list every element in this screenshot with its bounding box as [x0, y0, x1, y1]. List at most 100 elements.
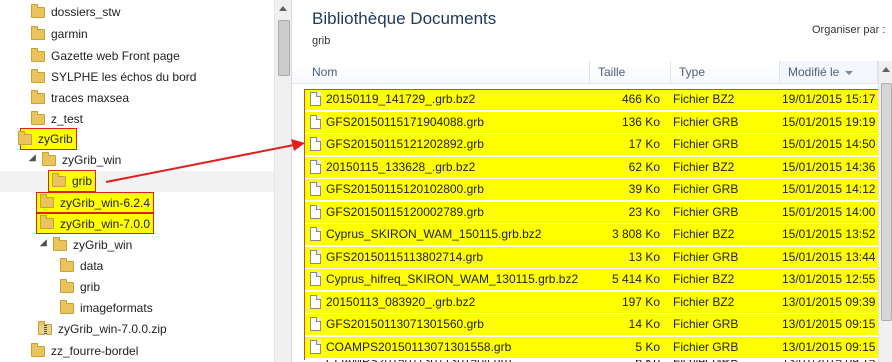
file-row[interactable]: Cyprus_hifreq_SKIRON_WAM_130115.grb.bz2 5… — [304, 269, 879, 290]
file-row[interactable]: 20150113_083920_.grb.bz2 197 Ko Fichier BZ… — [304, 292, 879, 313]
file-row[interactable]: GFS20150115113802714.grb 13 Ko Fichier GRB… — [304, 247, 879, 268]
nav-item-zygrib-win-624[interactable]: zyGrib_win-6.2.4 — [35, 192, 155, 213]
file-name: 20150115_133628_.grb.bz2 — [326, 160, 476, 174]
file-type: Fichier GRB — [673, 340, 739, 354]
file-row[interactable]: GFS20150115171904088.grb 136 Ko Fichier GR… — [304, 112, 879, 133]
column-header-modified[interactable]: Modifié le — [780, 61, 878, 83]
column-header-type[interactable]: Type — [671, 61, 780, 83]
arrange-by-dropdown[interactable]: Organiser par : — [812, 24, 885, 36]
file-icon — [310, 317, 321, 331]
file-size: 3 808 Ko — [611, 227, 660, 241]
file-icon — [310, 115, 321, 129]
nav-item-zygrib[interactable]: zyGrib — [18, 128, 77, 150]
expand-arrow-icon[interactable] — [16, 6, 26, 18]
file-modified: 13/01/2015 09:15 — [782, 340, 876, 354]
nav-item-zip[interactable]: zyGrib_win-7.0.0.zip — [38, 319, 167, 339]
navigation-pane: dossiers_stw garmin Gazette web Front pa… — [0, 0, 292, 362]
file-size: 17 Ko — [628, 137, 660, 151]
file-name: GFS20150115120102800.grb — [326, 182, 484, 196]
file-size: 23 Ko — [628, 205, 660, 219]
nav-item-z-test[interactable]: z_test — [16, 109, 83, 129]
scroll-up-arrow-icon[interactable] — [882, 67, 890, 72]
nav-item-garmin[interactable]: garmin — [16, 24, 88, 44]
collapse-arrow-icon[interactable] — [27, 154, 37, 166]
folder-icon — [31, 3, 45, 18]
nav-item-dossiers-stw[interactable]: dossiers_stw — [16, 2, 120, 22]
file-row[interactable]: GFS20150115121202892.grb 17 Ko Fichier GRB… — [304, 134, 879, 155]
folder-icon — [31, 89, 45, 104]
collapse-arrow-icon[interactable] — [38, 239, 48, 251]
file-size: 5 Ko — [635, 340, 660, 354]
file-size: 136 Ko — [621, 115, 660, 129]
expand-arrow-icon[interactable] — [16, 28, 26, 40]
nav-item-sylphe[interactable]: SYLPHE les échos du bord — [16, 67, 196, 87]
file-row[interactable]: 20150119_141729_.grb.bz2 466 Ko Fichier BZ… — [304, 89, 879, 110]
expand-arrow-icon[interactable] — [16, 92, 26, 104]
file-name: 20150113_083920_.grb.bz2 — [326, 295, 476, 309]
file-type: Fichier GRB — [673, 115, 739, 129]
folder-icon — [31, 68, 45, 83]
folder-icon — [31, 25, 45, 40]
expand-arrow-icon[interactable] — [16, 71, 26, 83]
file-icon — [310, 182, 321, 196]
expand-arrow-icon[interactable] — [16, 50, 26, 62]
file-modified: 15/01/2015 14:12 — [782, 182, 876, 196]
file-name: Cyprus_hifreq_SKIRON_WAM_130115.grb.bz2 — [326, 272, 579, 286]
folder-open-icon — [40, 215, 54, 229]
nav-item-zygrib-win[interactable]: zyGrib_win — [27, 150, 121, 170]
file-size: 14 Ko — [628, 317, 660, 331]
nav-item-zygrib-win-sub[interactable]: zyGrib_win — [38, 235, 132, 255]
nav-item-grib[interactable]: grib — [60, 277, 100, 297]
scrollbar-thumb[interactable] — [278, 20, 290, 76]
file-type: Fichier GRB — [673, 182, 739, 196]
column-header-name[interactable]: Nom — [304, 61, 590, 83]
nav-item-zygrib-win-700[interactable]: zyGrib_win-7.0.0 — [35, 213, 155, 234]
file-row[interactable]: 20150115_133628_.grb.bz2 62 Ko Fichier BZ2… — [304, 157, 879, 178]
nav-item-gazette[interactable]: Gazette web Front page — [16, 46, 180, 66]
file-size: 5 414 Ko — [611, 272, 660, 286]
file-row[interactable]: GFS20150113071301560.grb 14 Ko Fichier GRB… — [304, 314, 879, 335]
file-list-scrollbar[interactable] — [878, 61, 892, 362]
expand-arrow-icon[interactable] — [16, 113, 26, 125]
folder-icon — [60, 257, 74, 272]
sort-descending-icon — [845, 70, 854, 75]
folder-icon — [40, 194, 54, 208]
nav-item-grib-selected[interactable]: grib — [47, 170, 97, 192]
scroll-up-arrow-icon[interactable] — [279, 6, 287, 11]
file-size: 13 Ko — [628, 250, 660, 264]
scrollbar-thumb[interactable] — [881, 83, 892, 321]
file-name: COAMPS20150113071301558.grb — [326, 340, 512, 354]
content-pane: Bibliothèque Documents grib Organiser pa… — [292, 0, 892, 362]
file-type: Fichier GRB — [673, 137, 739, 151]
file-name: GFS20150115121202892.grb — [326, 137, 484, 151]
file-type: Fichier GRB — [673, 250, 739, 264]
file-row[interactable]: Cyprus_SKIRON_WAM_150115.grb.bz2 3 808 Ko… — [304, 224, 879, 245]
file-type: Fichier GRB — [673, 205, 739, 219]
library-title: Bibliothèque Documents — [312, 9, 497, 28]
file-type: Fichier BZ2 — [673, 92, 735, 106]
file-modified: 15/01/2015 13:52 — [782, 227, 876, 241]
nav-item-data[interactable]: data — [60, 256, 103, 276]
file-row[interactable]: GFS20150115120102800.grb 39 Ko Fichier GRB… — [304, 179, 879, 200]
folder-open-icon — [42, 151, 56, 166]
expand-arrow-icon[interactable] — [16, 345, 26, 357]
file-name: GFS20150115120002789.grb — [326, 205, 484, 219]
file-type: Fichier GRB — [673, 317, 739, 331]
selected-row-background — [0, 171, 291, 192]
nav-scrollbar[interactable] — [274, 0, 291, 362]
nav-item-zz-fourre-bordel[interactable]: zz_fourre-bordel — [16, 341, 138, 361]
file-icon — [310, 250, 321, 264]
column-header-size[interactable]: Taille — [590, 61, 671, 83]
file-row[interactable]: GFS20150115120002789.grb 23 Ko Fichier GRB… — [304, 202, 879, 223]
folder-open-icon — [18, 130, 32, 145]
file-modified: 13/01/2015 09:39 — [782, 295, 876, 309]
nav-item-imageformats[interactable]: imageformats — [60, 298, 153, 318]
file-modified: 15/01/2015 19:19 — [782, 115, 876, 129]
file-row[interactable]: COAMPS20150113071301558.grb 5 Ko Fichier G… — [304, 337, 879, 358]
nav-item-traces-maxsea[interactable]: traces maxsea — [16, 88, 129, 108]
file-type: Fichier BZ2 — [673, 272, 735, 286]
file-icon — [310, 137, 321, 151]
file-modified: 19/01/2015 15:17 — [782, 92, 876, 106]
file-icon — [310, 205, 321, 219]
folder-icon — [52, 172, 66, 187]
